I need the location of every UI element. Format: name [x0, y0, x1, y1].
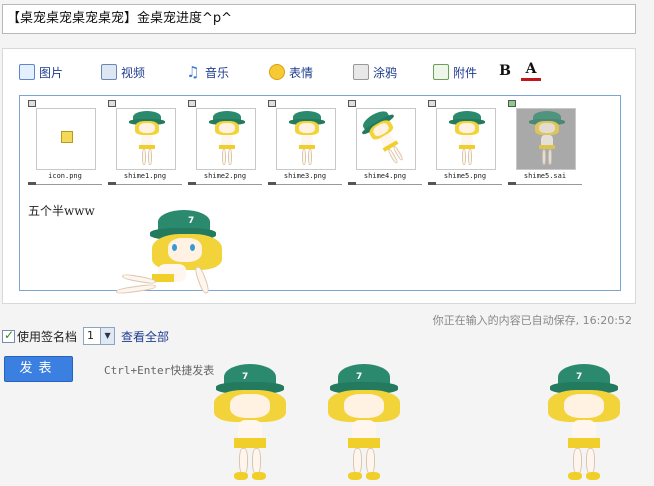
- character-sprite-standing: 7: [208, 364, 292, 482]
- thumb-scroll-bar: [28, 182, 102, 185]
- character-sprite: [527, 111, 567, 169]
- editor-content-area[interactable]: icon.png shime1.png shime2.png shime3.pn…: [19, 95, 621, 291]
- attachment-thumb[interactable]: icon.png: [28, 100, 102, 186]
- character-sprite: [287, 111, 327, 169]
- toolbar-attachment-label: 附件: [453, 65, 478, 80]
- toolbar-emoticon-button[interactable]: 表情: [269, 63, 313, 81]
- attachment-filename: shime5.png: [443, 172, 487, 180]
- toolbar-attachment-button[interactable]: 附件: [433, 63, 477, 81]
- thumb-scroll-bar: [108, 182, 182, 185]
- toolbar-emoticon-label: 表情: [289, 65, 314, 80]
- toolbar-video-button[interactable]: 视频: [101, 63, 145, 81]
- post-title-input[interactable]: 【桌宠桌宠桌宠桌宠】金桌宠进度^p^: [2, 4, 636, 34]
- file-type-icon: [348, 100, 356, 107]
- toolbar-music-label: 音乐: [205, 65, 230, 80]
- thumb-scroll-bar: [188, 182, 262, 185]
- file-type-icon: [508, 100, 516, 107]
- character-sprite: [127, 111, 167, 169]
- attachment-filename: shime1.png: [123, 172, 167, 180]
- character-sprite: [357, 109, 415, 169]
- signature-select[interactable]: 1 ▼: [83, 327, 116, 345]
- arrow-cursor-icon: [61, 131, 73, 143]
- toolbar-image-label: 图片: [39, 65, 64, 80]
- attachment-icon: [433, 64, 449, 80]
- thumb-frame: [436, 108, 496, 170]
- post-body-text: 五个半www: [28, 204, 95, 218]
- post-button[interactable]: 发表: [4, 356, 73, 382]
- video-icon: [101, 64, 117, 80]
- thumb-scroll-bar: [348, 182, 422, 185]
- attachment-thumb[interactable]: shime2.png: [188, 100, 262, 186]
- music-icon: ♫: [186, 63, 200, 81]
- attachment-filename: shime2.png: [203, 172, 247, 180]
- character-sprite-standing: 7: [322, 364, 406, 482]
- graffiti-icon: [353, 64, 369, 80]
- emoticon-icon: [269, 64, 285, 80]
- toolbar-video-label: 视频: [121, 65, 146, 80]
- thumb-frame: [516, 108, 576, 170]
- shortcut-hint: Ctrl+Enter快捷发表: [104, 364, 215, 377]
- attachment-thumb[interactable]: shime5.sai: [508, 100, 582, 186]
- signature-row: 使用签名档 1 ▼ 查看全部: [2, 326, 169, 346]
- thumb-frame: [36, 108, 96, 170]
- attachment-filename: shime4.png: [363, 172, 407, 180]
- attachment-filename: icon.png: [48, 172, 82, 180]
- thumb-scroll-bar: [508, 182, 582, 185]
- autosave-status: 你正在输入的内容已自动保存, 16:20:52: [432, 314, 632, 327]
- post-editor: 图片 视频 ♫ 音乐 表情 涂鸦 附件 B A icon.png shime1.…: [2, 48, 636, 304]
- file-type-icon: [108, 100, 116, 107]
- attachment-filename: shime5.sai: [523, 172, 567, 180]
- bold-button[interactable]: B: [495, 61, 515, 81]
- editor-toolbar: 图片 视频 ♫ 音乐 表情 涂鸦 附件 B A: [3, 49, 635, 93]
- character-sprite: [447, 111, 487, 169]
- file-type-icon: [28, 100, 36, 107]
- file-type-icon: [188, 100, 196, 107]
- toolbar-graffiti-button[interactable]: 涂鸦: [353, 63, 397, 81]
- signature-select-value: 1: [87, 329, 95, 342]
- thumb-frame: [356, 108, 416, 170]
- toolbar-graffiti-label: 涂鸦: [373, 65, 398, 80]
- thumb-scroll-bar: [428, 182, 502, 185]
- thumb-frame: [276, 108, 336, 170]
- file-type-icon: [428, 100, 436, 107]
- view-all-link[interactable]: 查看全部: [121, 328, 169, 345]
- attachment-thumb[interactable]: shime5.png: [428, 100, 502, 186]
- thumb-frame: [116, 108, 176, 170]
- toolbar-image-button[interactable]: 图片: [19, 63, 63, 81]
- signature-checkbox[interactable]: [2, 328, 15, 343]
- thumb-frame: [196, 108, 256, 170]
- signature-label: 使用签名档: [17, 329, 78, 344]
- character-sprite-large: 7: [112, 210, 232, 302]
- thumb-scroll-bar: [268, 182, 342, 185]
- attachment-filename: shime3.png: [283, 172, 327, 180]
- image-icon: [19, 64, 35, 80]
- attachment-thumb[interactable]: shime3.png: [268, 100, 342, 186]
- attachment-thumb[interactable]: shime1.png: [108, 100, 182, 186]
- chevron-down-icon: ▼: [100, 328, 115, 344]
- toolbar-music-button[interactable]: ♫ 音乐: [185, 63, 229, 81]
- character-sprite-standing: 7: [542, 364, 626, 482]
- font-color-button[interactable]: A: [521, 61, 541, 81]
- file-type-icon: [268, 100, 276, 107]
- character-sprite: [207, 111, 247, 169]
- attachment-thumb[interactable]: shime4.png: [348, 100, 422, 186]
